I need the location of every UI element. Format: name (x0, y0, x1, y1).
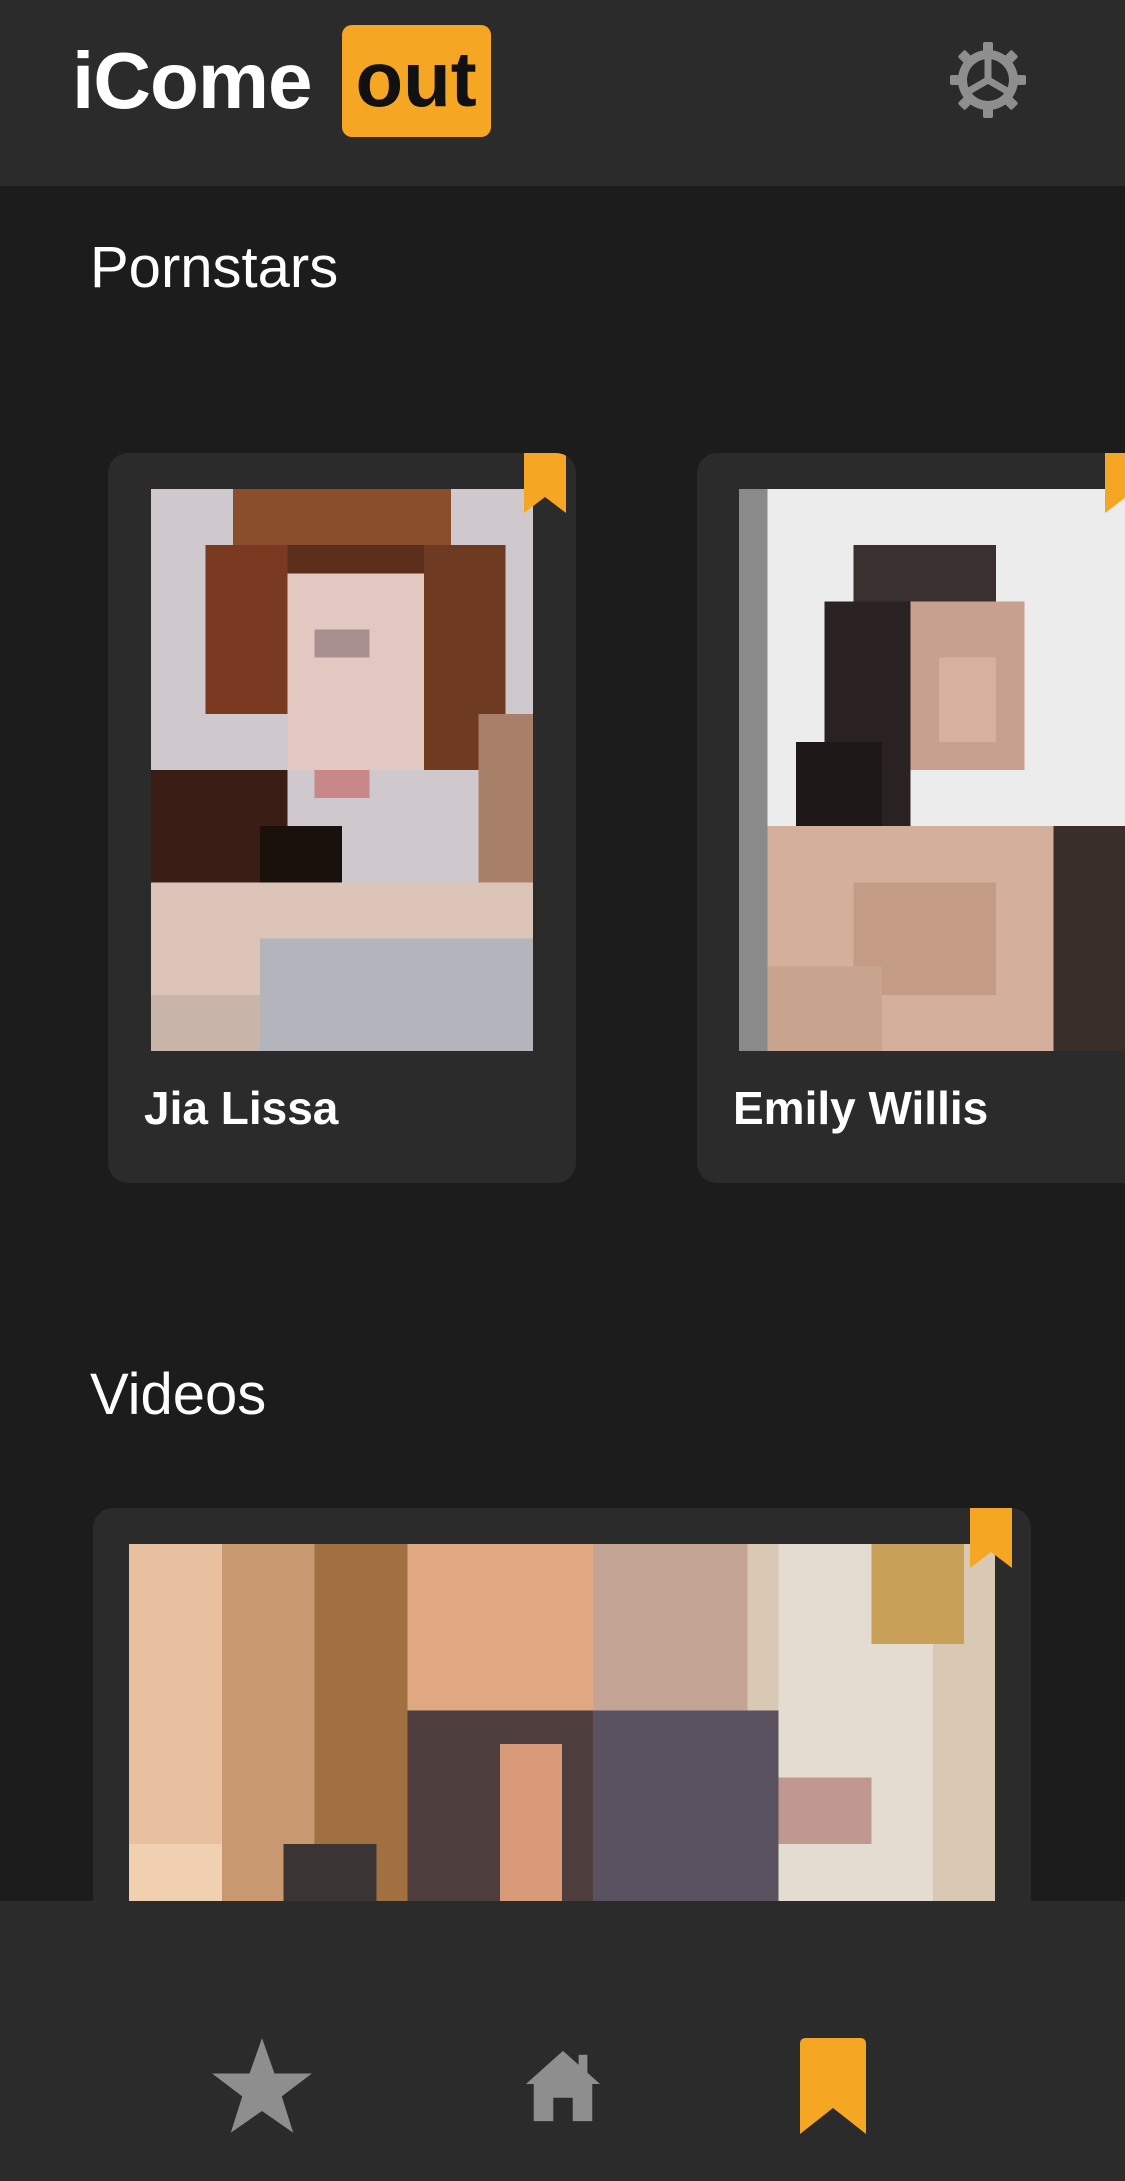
home-icon (525, 2050, 601, 2122)
pornstar-photo (739, 489, 1125, 1051)
bookmark-icon[interactable] (970, 1508, 1012, 1568)
nav-home[interactable] (508, 2031, 618, 2141)
main-content[interactable]: Pornstars Jia Lissa Emily Willis Videos (0, 186, 1125, 1901)
app-logo: iCome out (72, 25, 491, 137)
section-title-pornstars: Pornstars (90, 235, 339, 300)
bottom-nav (0, 1901, 1125, 2181)
pornstar-photo (151, 489, 533, 1051)
logo-text: iCome (72, 36, 312, 125)
bookmark-icon (800, 2038, 866, 2134)
nav-saved[interactable] (778, 2031, 888, 2141)
section-title-videos: Videos (90, 1362, 267, 1427)
app-header: iCome out (0, 0, 1125, 186)
pornstar-name: Emily Willis (733, 1082, 989, 1134)
bookmark-icon[interactable] (524, 453, 566, 513)
star-icon (212, 2038, 312, 2133)
pornstar-card[interactable]: Emily Willis (697, 453, 1125, 1183)
bookmark-icon[interactable] (1105, 453, 1125, 513)
settings-button[interactable] (948, 40, 1028, 120)
gear-icon (950, 42, 1026, 118)
logo-badge: out (341, 25, 491, 137)
pornstar-card[interactable]: Jia Lissa (108, 453, 576, 1183)
video-card[interactable] (93, 1508, 1031, 1901)
nav-favorites[interactable] (207, 2031, 317, 2141)
pornstar-name: Jia Lissa (144, 1082, 339, 1134)
video-thumbnail (129, 1544, 995, 1901)
